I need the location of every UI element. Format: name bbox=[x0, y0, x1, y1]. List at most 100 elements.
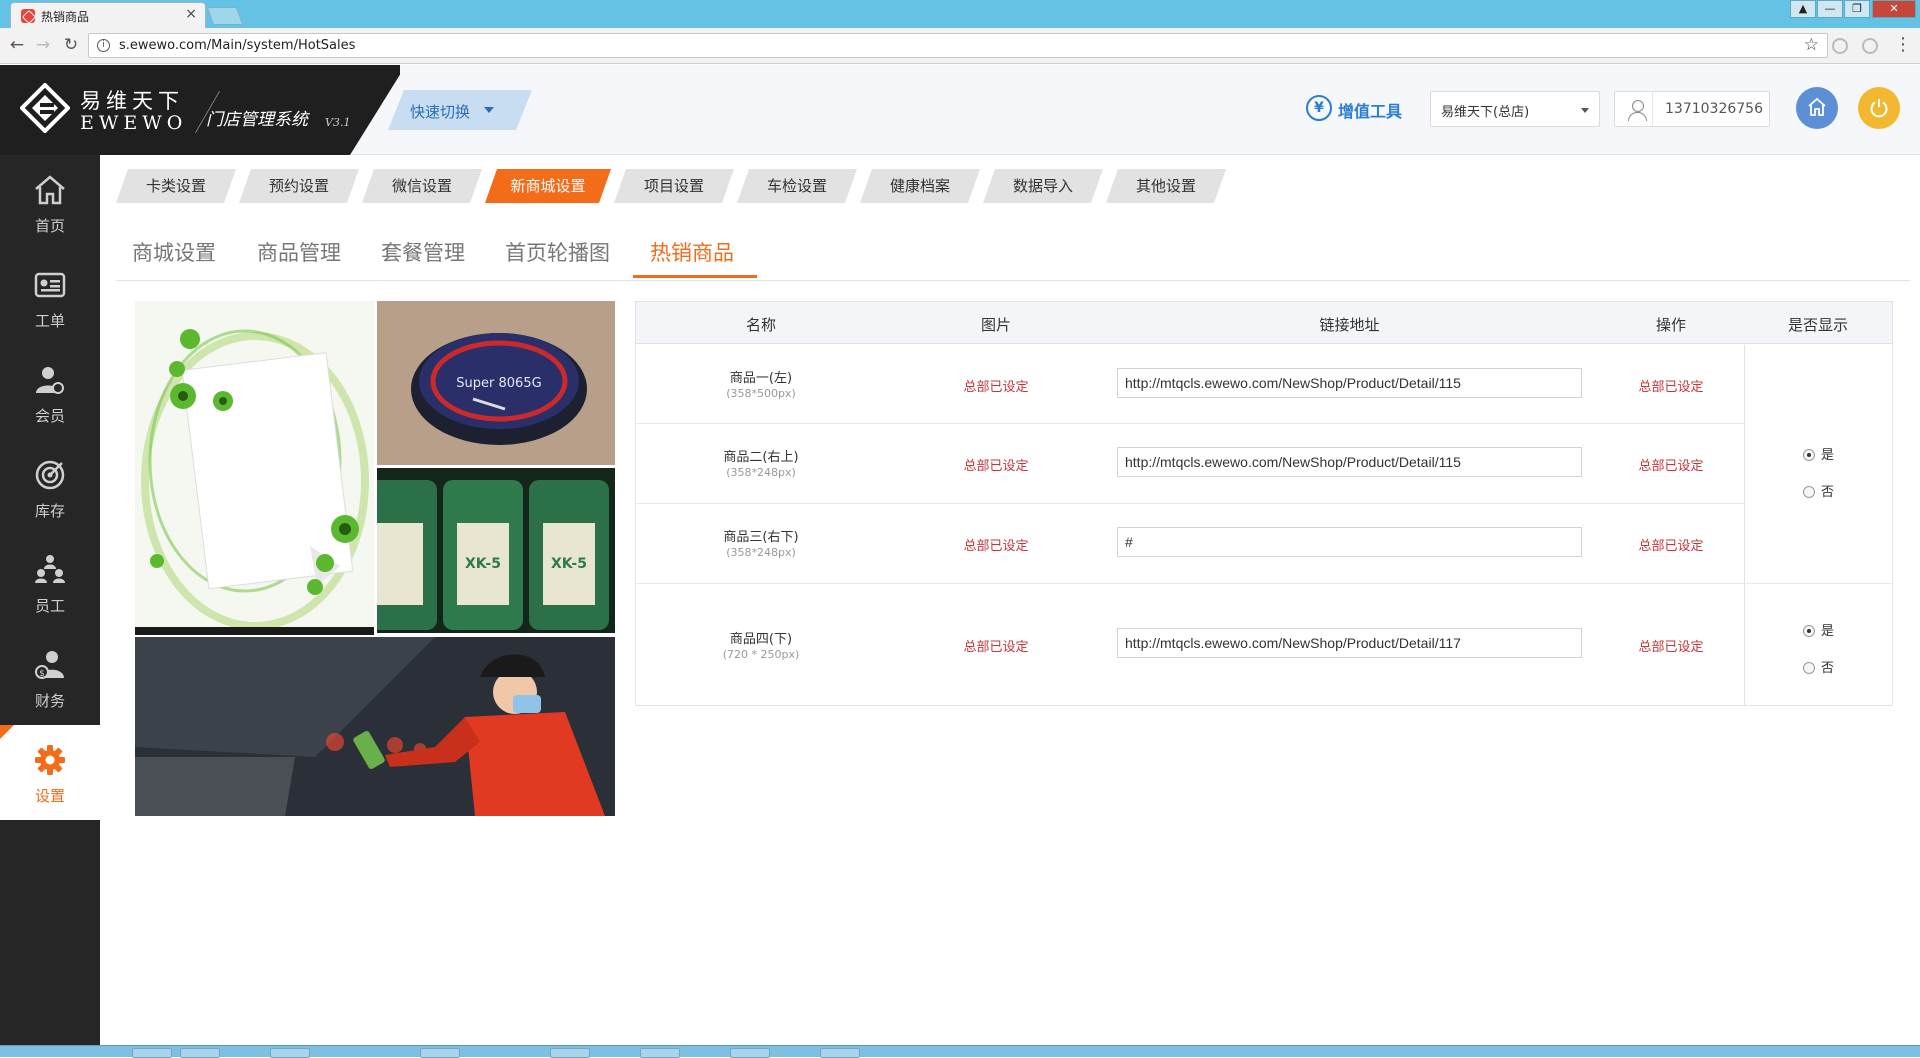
radio-label: 是 bbox=[1821, 448, 1835, 463]
radio-unchecked-icon[interactable] bbox=[1803, 662, 1815, 674]
logout-button[interactable] bbox=[1858, 87, 1900, 129]
inventory-icon bbox=[35, 460, 65, 490]
tab-health-records[interactable]: 健康档案 bbox=[860, 169, 980, 203]
logo-text-cn: 易维天下 bbox=[80, 89, 184, 113]
visible-yes-option[interactable]: 是 bbox=[1803, 444, 1834, 463]
logo-area: 易维天下 EWEWO 门店管理系统 V3.1 bbox=[0, 65, 400, 155]
radio-unchecked-icon[interactable] bbox=[1803, 486, 1815, 498]
sidebar-item-home[interactable]: 首页 bbox=[0, 155, 100, 250]
sidebar-item-label: 设置 bbox=[34, 787, 65, 805]
browser-tabstrip: 热销商品 × ▲ — ❐ ✕ bbox=[0, 0, 1920, 28]
store-select[interactable]: 易维天下(总店) bbox=[1430, 91, 1600, 127]
hot-sales-table: 名称 图片 链接地址 操作 是否显示 商品一(左) (358*500px) 总部… bbox=[635, 301, 1893, 706]
product-name: 商品二(右上) bbox=[723, 450, 799, 465]
product-size-hint: (720 * 250px) bbox=[722, 648, 800, 661]
browser-tab-title: 热销商品 bbox=[41, 10, 90, 24]
subtab-mall-settings[interactable]: 商城设置 bbox=[132, 237, 216, 273]
system-version: V3.1 bbox=[325, 116, 351, 129]
operation-status: 总部已设定 bbox=[1638, 380, 1704, 395]
address-url[interactable]: s.ewewo.com/Main/system/HotSales bbox=[119, 38, 355, 53]
reload-icon[interactable]: ↻ bbox=[60, 34, 82, 56]
sidebar-item-work-order[interactable]: 工单 bbox=[0, 250, 100, 345]
tab-booking-settings[interactable]: 预约设置 bbox=[239, 169, 359, 203]
tab-data-import[interactable]: 数据导入 bbox=[983, 169, 1103, 203]
user-phone: 13710326756 bbox=[1665, 101, 1763, 117]
minimize-button[interactable]: — bbox=[1817, 0, 1843, 18]
subtab-home-carousel[interactable]: 首页轮播图 bbox=[505, 237, 610, 273]
product-link-input[interactable] bbox=[1117, 368, 1582, 398]
browser-tab[interactable]: 热销商品 × bbox=[10, 2, 206, 28]
tab-new-mall-settings[interactable]: 新商城设置 bbox=[485, 169, 611, 203]
product-three-image: XK-5 XK-5 bbox=[377, 468, 615, 633]
finance-icon: $ bbox=[35, 651, 64, 679]
tab-wechat-settings[interactable]: 微信设置 bbox=[362, 169, 482, 203]
preview-image-middle-right: XK-5 XK-5 bbox=[377, 468, 615, 633]
visible-no-option[interactable]: 否 bbox=[1803, 481, 1834, 500]
new-tab-button[interactable] bbox=[206, 7, 244, 25]
tab-project-settings[interactable]: 项目设置 bbox=[614, 169, 734, 203]
product-name: 商品三(右下) bbox=[723, 530, 799, 545]
quick-switch-label: 快速切换 bbox=[410, 103, 471, 121]
logo-text-en: EWEWO bbox=[80, 112, 188, 134]
tab-other-settings[interactable]: 其他设置 bbox=[1106, 169, 1226, 203]
product-link-input[interactable] bbox=[1117, 527, 1582, 557]
product-name-cell: 商品四(下) (720 * 250px) bbox=[636, 628, 886, 661]
browser-menu-icon[interactable]: ⋮ bbox=[1894, 34, 1912, 55]
tin-label: Super 8065G bbox=[456, 376, 541, 391]
product-name-cell: 商品一(左) (358*500px) bbox=[636, 367, 886, 400]
close-tab-icon[interactable]: × bbox=[185, 6, 197, 22]
sidebar-item-label: 库存 bbox=[34, 502, 65, 520]
product-two-image: Super 8065G bbox=[377, 301, 615, 465]
yen-icon: ¥ bbox=[1306, 95, 1332, 121]
power-icon bbox=[1870, 99, 1888, 118]
user-account[interactable]: 13710326756 bbox=[1614, 91, 1770, 127]
radio-checked-icon[interactable] bbox=[1803, 449, 1815, 461]
column-header-name: 名称 bbox=[745, 316, 776, 334]
os-taskbar bbox=[0, 1045, 1920, 1058]
forward-icon[interactable]: → bbox=[32, 34, 54, 56]
sidebar-item-inventory[interactable]: 库存 bbox=[0, 440, 100, 535]
home-button[interactable] bbox=[1796, 87, 1838, 129]
picture-status: 总部已设定 bbox=[963, 539, 1029, 554]
subtab-package-management[interactable]: 套餐管理 bbox=[381, 237, 465, 273]
chevron-down-icon bbox=[1581, 108, 1589, 113]
extension-icon[interactable] bbox=[1832, 38, 1848, 54]
tab-card-settings[interactable]: 卡类设置 bbox=[116, 169, 236, 203]
back-icon[interactable]: ← bbox=[6, 34, 28, 56]
subtab-product-management[interactable]: 商品管理 bbox=[257, 237, 341, 273]
close-window-button[interactable]: ✕ bbox=[1872, 0, 1916, 18]
product-link-input[interactable] bbox=[1117, 447, 1582, 477]
bookmark-star-icon[interactable]: ☆ bbox=[1804, 35, 1819, 55]
sidebar-item-label: 财务 bbox=[34, 692, 65, 710]
preview-image-bottom bbox=[135, 637, 615, 816]
value-added-tools-label: 增值工具 bbox=[1338, 102, 1403, 121]
address-bar[interactable]: i s.ewewo.com/Main/system/HotSales ☆ bbox=[88, 33, 1828, 58]
extension-icon[interactable] bbox=[1862, 38, 1878, 54]
operation-status: 总部已设定 bbox=[1638, 640, 1704, 655]
table-row: 商品三(右下) (358*248px) 总部已设定 总部已设定 bbox=[636, 504, 1744, 584]
restore-button[interactable]: ❐ bbox=[1844, 0, 1870, 18]
site-info-icon[interactable]: i bbox=[97, 39, 110, 52]
sidebar-item-staff[interactable]: 员工 bbox=[0, 535, 100, 630]
radio-label: 否 bbox=[1821, 485, 1835, 500]
user-profile-icon[interactable]: ▲ bbox=[1790, 0, 1816, 18]
radio-label: 否 bbox=[1821, 661, 1835, 676]
product-link-input[interactable] bbox=[1117, 628, 1582, 658]
subtab-hot-sales[interactable]: 热销商品 bbox=[650, 237, 734, 273]
table-row: 商品二(右上) (358*248px) 总部已设定 总部已设定 bbox=[636, 424, 1744, 504]
product-name-cell: 商品三(右下) (358*248px) bbox=[636, 526, 886, 559]
sidebar-item-settings[interactable]: 设置 bbox=[0, 725, 100, 820]
visible-no-option[interactable]: 否 bbox=[1803, 657, 1834, 676]
product-name-cell: 商品二(右上) (358*248px) bbox=[636, 446, 886, 479]
sidebar-item-finance[interactable]: $ 财务 bbox=[0, 630, 100, 725]
picture-status: 总部已设定 bbox=[963, 459, 1029, 474]
store-select-value: 易维天下(总店) bbox=[1441, 105, 1530, 120]
tab-vehicle-check-settings[interactable]: 车检设置 bbox=[737, 169, 857, 203]
sidebar: 首页 工单 会员 库存 员工 $ 财务 设置 bbox=[0, 155, 100, 1045]
sidebar-item-member[interactable]: 会员 bbox=[0, 345, 100, 440]
operation-status: 总部已设定 bbox=[1638, 459, 1704, 474]
visible-yes-option[interactable]: 是 bbox=[1803, 620, 1834, 639]
quick-switch-dropdown[interactable]: 快速切换 bbox=[388, 90, 532, 130]
radio-checked-icon[interactable] bbox=[1803, 625, 1815, 637]
column-header-visible: 是否显示 bbox=[1787, 316, 1848, 334]
